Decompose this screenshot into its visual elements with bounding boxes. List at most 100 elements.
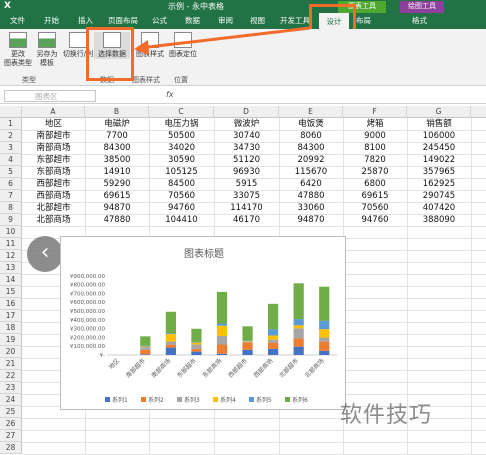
table-cell[interactable]: 25870	[343, 166, 407, 178]
header-cell[interactable]: 电压力锅	[149, 118, 214, 130]
table-cell[interactable]: 105125	[149, 166, 214, 178]
table-cell[interactable]: 84300	[85, 142, 149, 154]
row-header[interactable]: 19	[0, 334, 22, 346]
table-cell[interactable]: 47880	[85, 214, 149, 226]
column-header[interactable]: D	[214, 106, 279, 118]
row-header[interactable]: 16	[0, 298, 22, 310]
table-cell[interactable]: 94870	[279, 214, 343, 226]
row-header[interactable]: 25	[0, 406, 22, 418]
table-cell[interactable]: 59290	[85, 178, 149, 190]
header-cell[interactable]: 电饭煲	[279, 118, 343, 130]
row-header[interactable]: 11	[0, 238, 22, 250]
table-cell[interactable]: 30590	[149, 154, 214, 166]
table-cell[interactable]: 50500	[149, 130, 214, 142]
table-cell[interactable]: 96930	[214, 166, 279, 178]
header-cell[interactable]: 微波炉	[214, 118, 279, 130]
table-cell[interactable]: 33060	[279, 202, 343, 214]
table-cell[interactable]: 94870	[85, 202, 149, 214]
table-cell[interactable]: 70560	[149, 190, 214, 202]
row-header[interactable]: 3	[0, 142, 22, 154]
table-cell[interactable]: 南部超市	[22, 130, 85, 142]
table-cell[interactable]: 245450	[407, 142, 471, 154]
table-cell[interactable]: 162925	[407, 178, 471, 190]
table-cell[interactable]: 北部超市	[22, 202, 85, 214]
table-cell[interactable]: 东部超市	[22, 154, 85, 166]
table-cell[interactable]: 7820	[343, 154, 407, 166]
table-cell[interactable]: 46170	[214, 214, 279, 226]
table-cell[interactable]: 51120	[214, 154, 279, 166]
table-cell[interactable]: 115670	[279, 166, 343, 178]
table-cell[interactable]: 69615	[85, 190, 149, 202]
row-header[interactable]: 5	[0, 166, 22, 178]
row-header[interactable]: 12	[0, 250, 22, 262]
row-header[interactable]: 15	[0, 286, 22, 298]
row-header[interactable]: 8	[0, 202, 22, 214]
header-cell[interactable]: 销售额	[407, 118, 471, 130]
table-cell[interactable]: 114170	[214, 202, 279, 214]
table-cell[interactable]: 149022	[407, 154, 471, 166]
row-header[interactable]: 20	[0, 346, 22, 358]
row-header[interactable]: 17	[0, 310, 22, 322]
fx-icon[interactable]: fx	[166, 90, 174, 99]
table-cell[interactable]: 西部商场	[22, 190, 85, 202]
row-header[interactable]: 1	[0, 118, 22, 130]
table-cell[interactable]: 5915	[214, 178, 279, 190]
column-header[interactable]: B	[85, 106, 149, 118]
row-header[interactable]: 28	[0, 442, 22, 454]
table-cell[interactable]: 38500	[85, 154, 149, 166]
row-header[interactable]: 24	[0, 394, 22, 406]
table-cell[interactable]: 20992	[279, 154, 343, 166]
row-header[interactable]: 18	[0, 322, 22, 334]
row-header[interactable]: 22	[0, 370, 22, 382]
table-cell[interactable]: 9000	[343, 130, 407, 142]
table-cell[interactable]: 94760	[343, 214, 407, 226]
table-cell[interactable]: 290745	[407, 190, 471, 202]
table-cell[interactable]: 70560	[343, 202, 407, 214]
table-cell[interactable]: 6800	[343, 178, 407, 190]
column-header[interactable]: C	[149, 106, 214, 118]
table-cell[interactable]: 84300	[279, 142, 343, 154]
header-cell[interactable]: 烤箱	[343, 118, 407, 130]
chart-area[interactable]: 图表标题 ¥900,000.00 ¥800,000.00 ¥700,000.00 ¥60…	[60, 236, 346, 410]
column-header[interactable]: A	[22, 106, 85, 118]
row-header[interactable]: 2	[0, 130, 22, 142]
table-cell[interactable]: 南部商场	[22, 142, 85, 154]
table-cell[interactable]: 8060	[279, 130, 343, 142]
table-cell[interactable]: 69615	[343, 190, 407, 202]
table-cell[interactable]: 6420	[279, 178, 343, 190]
row-header[interactable]: 21	[0, 358, 22, 370]
table-cell[interactable]: 84500	[149, 178, 214, 190]
column-header[interactable]: F	[343, 106, 407, 118]
row-header[interactable]: 13	[0, 262, 22, 274]
row-header[interactable]: 4	[0, 154, 22, 166]
name-box[interactable]: 图表区	[4, 90, 96, 102]
row-header[interactable]: 9	[0, 214, 22, 226]
table-cell[interactable]: 8100	[343, 142, 407, 154]
row-header[interactable]: 6	[0, 178, 22, 190]
row-header[interactable]: 14	[0, 274, 22, 286]
table-cell[interactable]: 14910	[85, 166, 149, 178]
table-cell[interactable]: 47880	[279, 190, 343, 202]
row-header[interactable]: 27	[0, 430, 22, 442]
table-cell[interactable]: 94760	[149, 202, 214, 214]
header-cell[interactable]: 电磁炉	[85, 118, 149, 130]
back-button[interactable]: ‹	[27, 236, 63, 272]
row-header[interactable]: 26	[0, 418, 22, 430]
table-cell[interactable]: 104410	[149, 214, 214, 226]
table-cell[interactable]: 30740	[214, 130, 279, 142]
column-header[interactable]: E	[279, 106, 343, 118]
table-cell[interactable]: 33075	[214, 190, 279, 202]
row-header[interactable]: 10	[0, 226, 22, 238]
table-cell[interactable]: 388090	[407, 214, 471, 226]
table-cell[interactable]: 东部商场	[22, 166, 85, 178]
table-cell[interactable]: 西部超市	[22, 178, 85, 190]
header-cell[interactable]: 地区	[22, 118, 85, 130]
table-cell[interactable]: 106000	[407, 130, 471, 142]
table-cell[interactable]: 357965	[407, 166, 471, 178]
table-cell[interactable]: 北部商场	[22, 214, 85, 226]
row-header[interactable]: 7	[0, 190, 22, 202]
table-cell[interactable]: 407420	[407, 202, 471, 214]
select-all-corner[interactable]	[0, 106, 22, 118]
table-cell[interactable]: 34020	[149, 142, 214, 154]
table-cell[interactable]: 7700	[85, 130, 149, 142]
